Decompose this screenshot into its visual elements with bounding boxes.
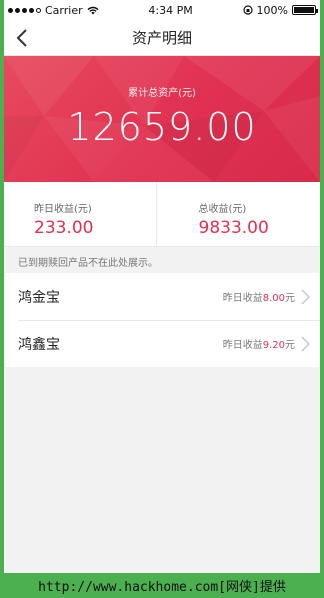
total-earnings-value: 9833.00 [198, 218, 269, 238]
watermark-url: http://www.hackhome.com[网侠]提供 [38, 580, 286, 595]
product-earnings-unit: 元 [285, 340, 295, 351]
phone-screen: Carrier 4:34 PM 100% 资产明细 累计总资产(元) 12659… [4, 0, 320, 573]
total-assets-banner: 累计总资产(元) 12659.00 [4, 56, 320, 182]
chevron-left-icon [16, 29, 27, 47]
total-assets-label: 累计总资产(元) [128, 88, 196, 99]
status-right: 100% [242, 3, 318, 17]
clock: 4:34 PM [148, 3, 193, 17]
product-name: 鸿金宝 [18, 289, 60, 306]
chevron-right-icon [301, 335, 310, 352]
battery-percent: 100% [256, 3, 288, 17]
product-earnings: 昨日收益8.00元 [222, 288, 310, 305]
carrier-label: Carrier [45, 3, 83, 17]
total-earnings-label: 总收益(元) [198, 204, 247, 215]
status-bar: Carrier 4:34 PM 100% [4, 0, 320, 20]
total-assets-value: 12659.00 [67, 105, 257, 149]
status-left: Carrier [8, 4, 99, 17]
signal-dots-icon [8, 7, 41, 13]
page-title: 资产明细 [131, 29, 192, 47]
product-earnings-label: 昨日收益 [222, 293, 263, 304]
battery-icon [292, 5, 318, 15]
redeemed-notice: 已到期赎回产品不在此处展示。 [4, 247, 320, 273]
product-list: 鸿金宝 昨日收益8.00元 鸿鑫宝 昨日收益9.20元 [4, 273, 320, 367]
navigation-bar: 资产明细 [4, 20, 320, 56]
product-earnings-label: 昨日收益 [222, 340, 263, 351]
product-earnings-amount: 9.20 [262, 340, 285, 351]
product-earnings-amount: 8.00 [262, 293, 285, 304]
wifi-icon [87, 6, 99, 15]
product-earnings: 昨日收益9.20元 [222, 335, 310, 352]
yesterday-earnings-value: 233.00 [34, 218, 94, 238]
product-row-hongjinbao[interactable]: 鸿金宝 昨日收益8.00元 [4, 273, 320, 320]
yesterday-earnings-label: 昨日收益(元) [34, 204, 92, 215]
earnings-summary: 昨日收益(元) 233.00 总收益(元) 9833.00 [4, 182, 320, 247]
product-row-hongxinbao[interactable]: 鸿鑫宝 昨日收益9.20元 [4, 320, 320, 367]
product-name: 鸿鑫宝 [18, 336, 60, 353]
total-earnings: 总收益(元) 9833.00 [155, 182, 321, 246]
chevron-right-icon [301, 288, 310, 305]
product-earnings-unit: 元 [285, 293, 295, 304]
back-button[interactable] [10, 26, 34, 50]
rotation-lock-icon [242, 5, 253, 15]
yesterday-earnings: 昨日收益(元) 233.00 [4, 182, 156, 246]
